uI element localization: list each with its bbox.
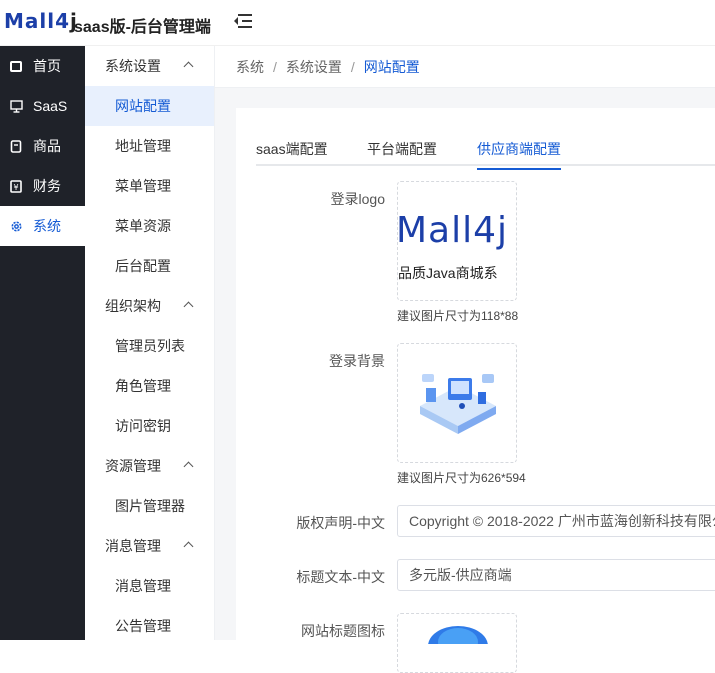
sub-item-menu-resources[interactable]: 菜单资源: [85, 206, 214, 246]
product-icon: [9, 139, 23, 153]
group-system-settings[interactable]: 系统设置: [85, 46, 214, 86]
tab-platform-config[interactable]: 平台端配置: [367, 139, 437, 168]
svg-text:¥: ¥: [13, 183, 18, 192]
sub-item-roles[interactable]: 角色管理: [85, 366, 214, 406]
chevron-up-icon: [183, 301, 194, 312]
nav-item-home[interactable]: 首页: [0, 46, 85, 86]
title-text-label: 标题文本-中文: [296, 569, 385, 585]
nav-item-label: 商品: [33, 138, 61, 154]
sub-item-announcements[interactable]: 公告管理: [85, 606, 214, 646]
group-title-label: 消息管理: [105, 538, 161, 554]
group-title-label: 资源管理: [105, 458, 161, 474]
isometric-illustration-icon: [420, 374, 496, 434]
site-icon-label: 网站标题图标: [301, 623, 385, 639]
breadcrumb-current: 网站配置: [363, 58, 420, 75]
tab-saas-config[interactable]: saas端配置: [256, 139, 328, 168]
chevron-up-icon: [183, 541, 194, 552]
login-bg-upload[interactable]: [397, 343, 517, 463]
finance-icon: ¥: [9, 179, 23, 193]
nav-item-label: 首页: [33, 58, 61, 74]
login-logo-hint: 建议图片尺寸为118*88: [397, 309, 519, 323]
copyright-input[interactable]: Copyright © 2018-2022 广州市蓝海创新科技有限公: [397, 505, 715, 537]
app-title: saas版-后台管理端: [74, 19, 211, 36]
collapse-menu-icon[interactable]: [234, 13, 252, 29]
logo-preview-subtitle: 品质Java商城系: [398, 265, 498, 281]
breadcrumb-item[interactable]: 系统设置: [286, 57, 342, 77]
nav-item-saas[interactable]: SaaS: [0, 86, 85, 126]
group-messages[interactable]: 消息管理: [85, 526, 214, 566]
config-tabs: saas端配置 平台端配置 供应商端配置: [256, 128, 715, 170]
sub-item-address[interactable]: 地址管理: [85, 126, 214, 166]
nav-item-label: 系统: [33, 218, 61, 234]
site-icon-upload[interactable]: [397, 613, 517, 673]
logo-preview-text: Mall4j: [397, 210, 509, 251]
copyright-label: 版权声明-中文: [296, 515, 385, 531]
breadcrumb-item[interactable]: 系统: [236, 57, 264, 77]
login-logo-upload[interactable]: Mall4j 品质Java商城系: [397, 181, 517, 301]
sub-item-site-config[interactable]: 网站配置: [85, 86, 214, 126]
breadcrumb-separator: /: [350, 58, 355, 75]
sub-item-backend-config[interactable]: 后台配置: [85, 246, 214, 286]
title-text-input[interactable]: 多元版-供应商端: [397, 559, 715, 591]
top-bar: Mall4j saas版-后台管理端: [0, 0, 715, 46]
group-title-label: 系统设置: [105, 58, 161, 74]
tab-supplier-config[interactable]: 供应商端配置: [477, 139, 561, 170]
gear-icon: [9, 219, 23, 233]
nav-item-system[interactable]: 系统: [0, 206, 85, 246]
main-sidebar: 首页 SaaS 商品 ¥ 财务 系统: [0, 46, 85, 640]
monitor-icon: [9, 59, 23, 73]
nav-item-finance[interactable]: ¥ 财务: [0, 166, 85, 206]
group-resources[interactable]: 资源管理: [85, 446, 214, 486]
breadcrumb-separator: /: [273, 58, 277, 75]
sub-item-menu[interactable]: 菜单管理: [85, 166, 214, 206]
chevron-up-icon: [183, 461, 194, 472]
nav-item-products[interactable]: 商品: [0, 126, 85, 166]
desktop-icon: [9, 99, 23, 113]
brand-logo[interactable]: Mall4j: [4, 9, 78, 33]
sub-item-messages[interactable]: 消息管理: [85, 566, 214, 606]
logo-text: Mall4: [4, 9, 71, 33]
login-bg-label: 登录背景: [329, 353, 385, 369]
sub-sidebar: 系统设置 网站配置 地址管理 菜单管理 菜单资源 后台配置 组织架构 管理员列表…: [85, 46, 215, 640]
group-organization[interactable]: 组织架构: [85, 286, 214, 326]
sub-item-admin-list[interactable]: 管理员列表: [85, 326, 214, 366]
sub-item-access-keys[interactable]: 访问密钥: [85, 406, 214, 446]
nav-item-label: SaaS: [33, 98, 68, 114]
breadcrumb: 系统 / 系统设置 / 网站配置: [215, 46, 715, 88]
login-logo-label: 登录logo: [330, 191, 385, 207]
nav-item-label: 财务: [33, 178, 61, 194]
sub-item-image-manager[interactable]: 图片管理器: [85, 486, 214, 526]
group-title-label: 组织架构: [105, 298, 161, 314]
chevron-up-icon: [183, 61, 194, 72]
login-bg-hint: 建议图片尺寸为626*594: [397, 471, 526, 485]
